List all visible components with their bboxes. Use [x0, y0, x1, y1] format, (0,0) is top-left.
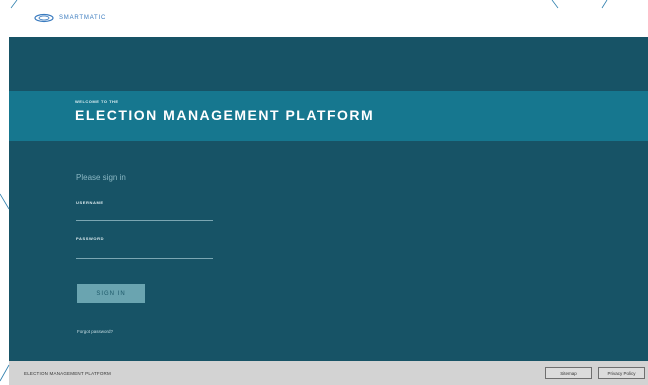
welcome-text: WELCOME TO THE — [75, 99, 119, 104]
privacy-policy-button[interactable]: Privacy Policy — [598, 367, 645, 379]
brand-logo[interactable]: SMARTMATIC — [33, 13, 106, 23]
logo-icon — [34, 13, 54, 23]
top-bar: SMARTMATIC — [9, 0, 648, 37]
brand-name: SMARTMATIC — [59, 15, 107, 21]
sign-in-button[interactable]: SIGN IN — [77, 284, 145, 303]
forgot-password-link[interactable]: Forgot password? — [77, 329, 113, 334]
password-label: PASSWORD — [76, 236, 105, 241]
username-label: USERNAME — [76, 200, 104, 205]
sitemap-button[interactable]: Sitemap — [545, 367, 592, 379]
app-frame: SMARTMATIC WELCOME TO THE ELECTION MANAG… — [9, 0, 648, 385]
username-field[interactable] — [76, 210, 213, 221]
footer-title: ELECTION MANAGEMENT PLATFORM — [24, 371, 111, 376]
page-title: ELECTION MANAGEMENT PLATFORM — [75, 107, 375, 123]
footer: ELECTION MANAGEMENT PLATFORM Sitemap Pri… — [9, 361, 648, 385]
password-field[interactable] — [76, 248, 213, 259]
signin-heading: Please sign in — [76, 173, 126, 182]
